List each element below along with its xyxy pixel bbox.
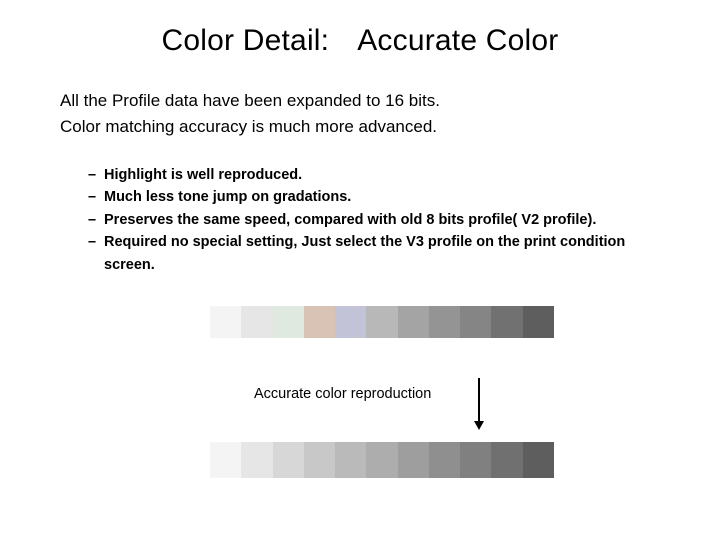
list-item: – Required no special setting, Just sele… — [88, 231, 658, 276]
page-title: Color Detail: Accurate Color — [0, 24, 720, 58]
swatch — [523, 306, 554, 338]
swatch — [366, 306, 397, 338]
bullet-list: – Highlight is well reproduced. – Much l… — [88, 164, 658, 276]
swatch — [335, 442, 366, 478]
swatch — [241, 306, 272, 338]
title-right: Accurate Color — [357, 24, 558, 57]
bullet-text: Highlight is well reproduced. — [104, 164, 658, 186]
swatch — [460, 442, 491, 478]
color-strip-after — [210, 442, 554, 478]
swatch — [429, 306, 460, 338]
swatch — [273, 306, 304, 338]
swatch — [304, 442, 335, 478]
swatch — [491, 306, 522, 338]
dash-icon: – — [88, 209, 104, 231]
swatch — [523, 442, 554, 478]
swatch — [273, 442, 304, 478]
dash-icon: – — [88, 231, 104, 276]
caption: Accurate color reproduction — [254, 386, 431, 402]
dash-icon: – — [88, 186, 104, 208]
swatch — [210, 306, 241, 338]
swatch — [304, 306, 335, 338]
intro-line-1: All the Profile data have been expanded … — [60, 88, 660, 114]
swatch — [491, 442, 522, 478]
bullet-text: Preserves the same speed, compared with … — [104, 209, 658, 231]
swatch — [398, 306, 429, 338]
swatch — [210, 442, 241, 478]
swatch — [366, 442, 397, 478]
bullet-text: Much less tone jump on gradations. — [104, 186, 658, 208]
arrow-down-icon — [478, 378, 480, 428]
swatch — [335, 306, 366, 338]
dash-icon: – — [88, 164, 104, 186]
list-item: – Preserves the same speed, compared wit… — [88, 209, 658, 231]
swatch — [429, 442, 460, 478]
list-item: – Highlight is well reproduced. — [88, 164, 658, 186]
swatch — [460, 306, 491, 338]
bullet-text: Required no special setting, Just select… — [104, 231, 658, 276]
intro-line-2: Color matching accuracy is much more adv… — [60, 114, 660, 140]
color-strip-before — [210, 306, 554, 338]
list-item: – Much less tone jump on gradations. — [88, 186, 658, 208]
slide: Color Detail: Accurate Color All the Prof… — [0, 0, 720, 540]
title-left: Color Detail: — [162, 24, 330, 57]
intro-text: All the Profile data have been expanded … — [60, 88, 660, 139]
swatch — [398, 442, 429, 478]
swatch — [241, 442, 272, 478]
